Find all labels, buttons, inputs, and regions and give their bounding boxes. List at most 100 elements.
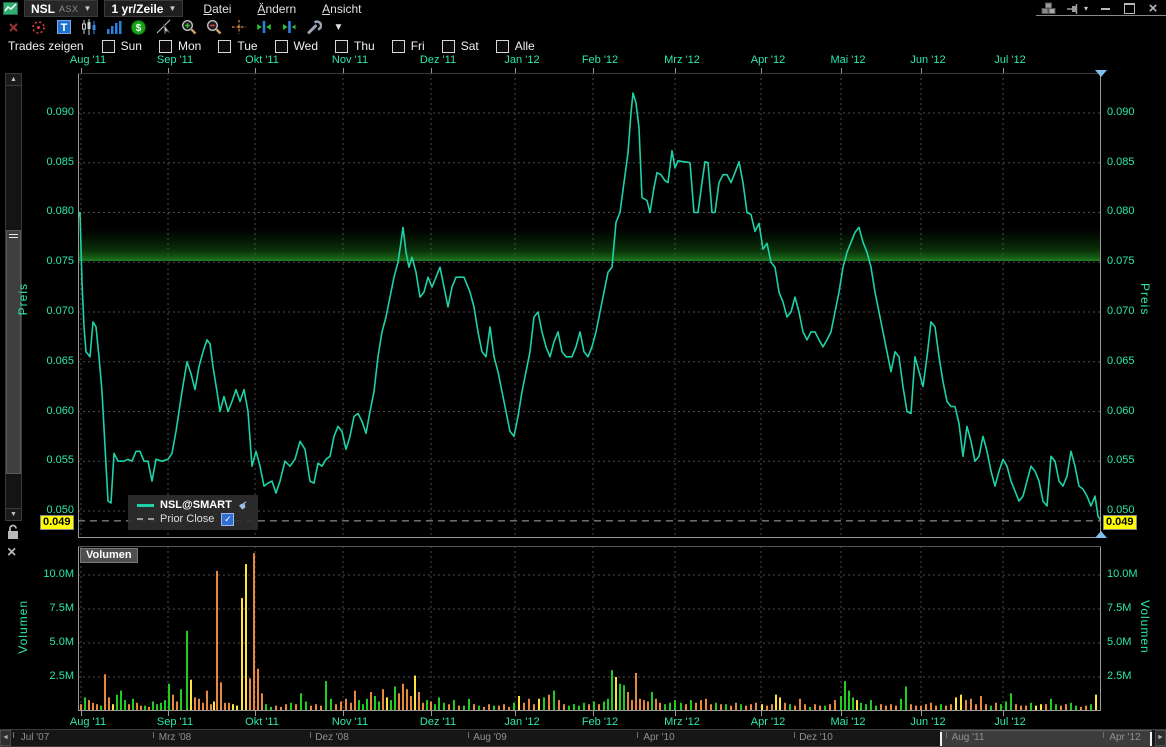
volume-bar [350,703,352,711]
volume-bar [518,696,520,711]
pane-resize-handle-top[interactable] [1095,70,1107,77]
menu-item-0[interactable]: Datei [203,2,231,16]
day-checkbox[interactable] [102,40,115,53]
day-checkbox[interactable] [275,40,288,53]
volume-bar [844,681,846,711]
volume-pane-title: Volumen [80,548,138,563]
navigator-date-label: Aug '09 [473,730,507,746]
day-checkbox[interactable] [496,40,509,53]
volume-axis-title-left: Volumen [16,600,30,654]
volume-bar [305,702,307,712]
volume-bar [473,704,475,711]
volume-bar [340,702,342,712]
snap-mode-icon[interactable] [30,19,47,35]
top-month-axis: Aug '11Sep '11Okt '11Nov '11Dez '11Jan '… [0,54,1166,67]
volume-bar [607,699,609,711]
candlestick-icon[interactable] [80,19,97,35]
volume-bar [382,689,384,711]
volume-bar [295,704,297,711]
navigator-left-arrow[interactable]: ◄ [0,730,11,746]
month-label: Apr '12 [751,54,786,66]
month-label: Mai '12 [830,716,865,728]
month-label: Sep '11 [157,716,193,728]
unlock-icon[interactable] [6,524,20,541]
price-tick-label: 0.065 [0,355,74,367]
shift-bars-icon[interactable] [280,19,297,35]
volume-bar [80,704,82,711]
day-filter-thu[interactable]: Thu [335,39,375,53]
day-checkbox[interactable] [218,40,231,53]
volume-bar [210,704,212,711]
volume-bar [362,704,364,711]
maximize-button[interactable] [1122,2,1136,15]
day-checkbox[interactable] [392,40,405,53]
day-filter-sun[interactable]: Sun [102,39,142,53]
day-checkbox[interactable] [335,40,348,53]
crosshair-icon[interactable] [230,19,247,35]
symbol-selector[interactable]: NSL ASX ▼ [24,0,98,17]
day-label: Wed [294,39,318,53]
day-filter-wed[interactable]: Wed [275,39,318,53]
volume-bar [890,704,892,711]
fit-bars-icon[interactable] [255,19,272,35]
legend: NSL@SMART ☛ Prior Close ✓ [128,495,258,530]
volume-bar [120,691,122,711]
settings-wrench-icon[interactable] [305,19,322,35]
more-tools-icon[interactable]: ▼ [330,19,347,35]
price-tick-label: 0.070 [0,305,74,317]
volume-bar [96,704,98,711]
menu-item-2[interactable]: Ansicht [322,2,361,16]
volume-bar [180,689,182,711]
day-checkbox[interactable] [159,40,172,53]
zoom-in-icon[interactable] [180,19,197,35]
month-label: Dez '11 [420,716,456,728]
price-line [78,93,1101,521]
zoom-out-icon[interactable] [205,19,222,35]
day-checkbox[interactable] [442,40,455,53]
volume-pane[interactable] [78,546,1101,711]
volume-bar [910,704,912,711]
price-pane[interactable] [78,73,1101,538]
legend-series-row[interactable]: NSL@SMART ☛ [137,498,249,512]
volume-bar [533,704,535,711]
prior-close-checkbox[interactable]: ✓ [221,513,234,526]
pin-menu[interactable]: ▾ [1066,2,1088,15]
month-label: Nov '11 [332,54,368,66]
volume-bar [257,669,259,711]
volume-bar [690,700,692,711]
workspace-cubes-icon[interactable] [1041,2,1056,15]
trendline-tool-icon[interactable] [155,19,172,35]
navigator-thumb-grip-right[interactable] [1150,732,1152,746]
volume-bar [715,703,717,711]
month-label: Apr '12 [751,716,786,728]
delete-icon[interactable] [5,19,22,35]
volume-bar [860,703,862,711]
menu-item-1[interactable]: Ändern [257,2,296,16]
navigator-right-arrow[interactable]: ► [1155,730,1166,746]
close-pane-button[interactable]: × [7,544,16,562]
volume-bar [330,699,332,711]
navigator-tick [946,732,947,738]
bottom-month-axis: Aug '11Sep '11Okt '11Nov '11Dez '11Jan '… [0,716,1166,729]
day-filter-tue[interactable]: Tue [218,39,257,53]
day-filter-fri[interactable]: Fri [392,39,425,53]
close-button[interactable]: × [1146,2,1160,15]
prior-close-swatch [137,518,154,520]
volume-bar [814,704,816,711]
navigator-thumb-grip-left[interactable] [940,732,942,746]
navigator-tick [153,732,154,738]
time-navigator[interactable]: ◄ ► Jul '07Mrz '08Dez '08Aug '09Apr '10D… [0,730,1166,746]
minimize-button[interactable] [1098,2,1112,15]
text-tool-icon[interactable]: T [55,19,72,35]
period-selector[interactable]: 1 yr/Zeile ▼ [104,0,183,17]
day-filter-alle[interactable]: Alle [496,39,535,53]
volume-chart-icon[interactable] [105,19,122,35]
pane-resize-handle-bottom[interactable] [1095,531,1107,538]
trades-dollar-icon[interactable]: $ [130,19,147,35]
volume-bar [975,704,977,711]
volume-bar [1010,693,1012,711]
volume-bar [925,704,927,711]
day-filter-sat[interactable]: Sat [442,39,479,53]
day-filter-mon[interactable]: Mon [159,39,201,53]
volume-bar [406,689,408,711]
